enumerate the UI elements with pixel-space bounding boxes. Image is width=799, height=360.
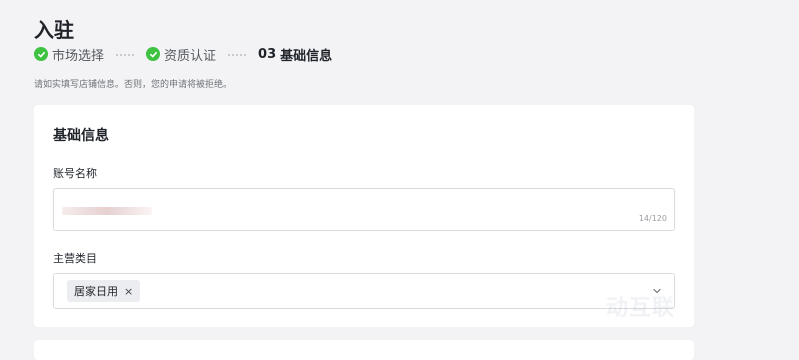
watermark: 动互联 [606,296,676,321]
basic-info-card: 基础信息 账号名称 14/120 主营类目 居家日用 × [34,105,694,327]
category-tag: 居家日用 × [67,280,141,302]
step-connector [116,54,135,56]
step-label: 资质认证 [164,48,217,64]
page-title: 入驻 [34,18,74,42]
check-circle-icon [146,47,161,61]
account-name-input[interactable]: 14/120 [53,188,675,231]
account-name-value [62,207,152,215]
next-card [34,340,694,360]
main-category-label: 主营类目 [53,252,97,265]
step-number: 03 [258,46,277,62]
notice-text: 请如实填写店铺信息。否则，您的申请将被拒绝。 [34,80,233,90]
step-basic-info: 03 基础信息 [258,45,332,64]
category-tag-label: 居家日用 [74,285,118,298]
step-connector [228,54,247,56]
step-qualification: 资质认证 [146,45,216,64]
check-circle-icon [34,47,48,61]
progress-steps: 市场选择 资质认证 03 基础信息 [34,45,332,64]
section-title: 基础信息 [53,128,109,144]
close-icon[interactable]: × [124,285,133,298]
main-category-select[interactable]: 居家日用 × [53,273,675,309]
account-name-label: 账号名称 [53,167,97,180]
step-market: 市场选择 [34,45,104,64]
step-label: 基础信息 [280,48,333,64]
step-label: 市场选择 [52,48,105,64]
char-counter: 14/120 [638,214,667,223]
